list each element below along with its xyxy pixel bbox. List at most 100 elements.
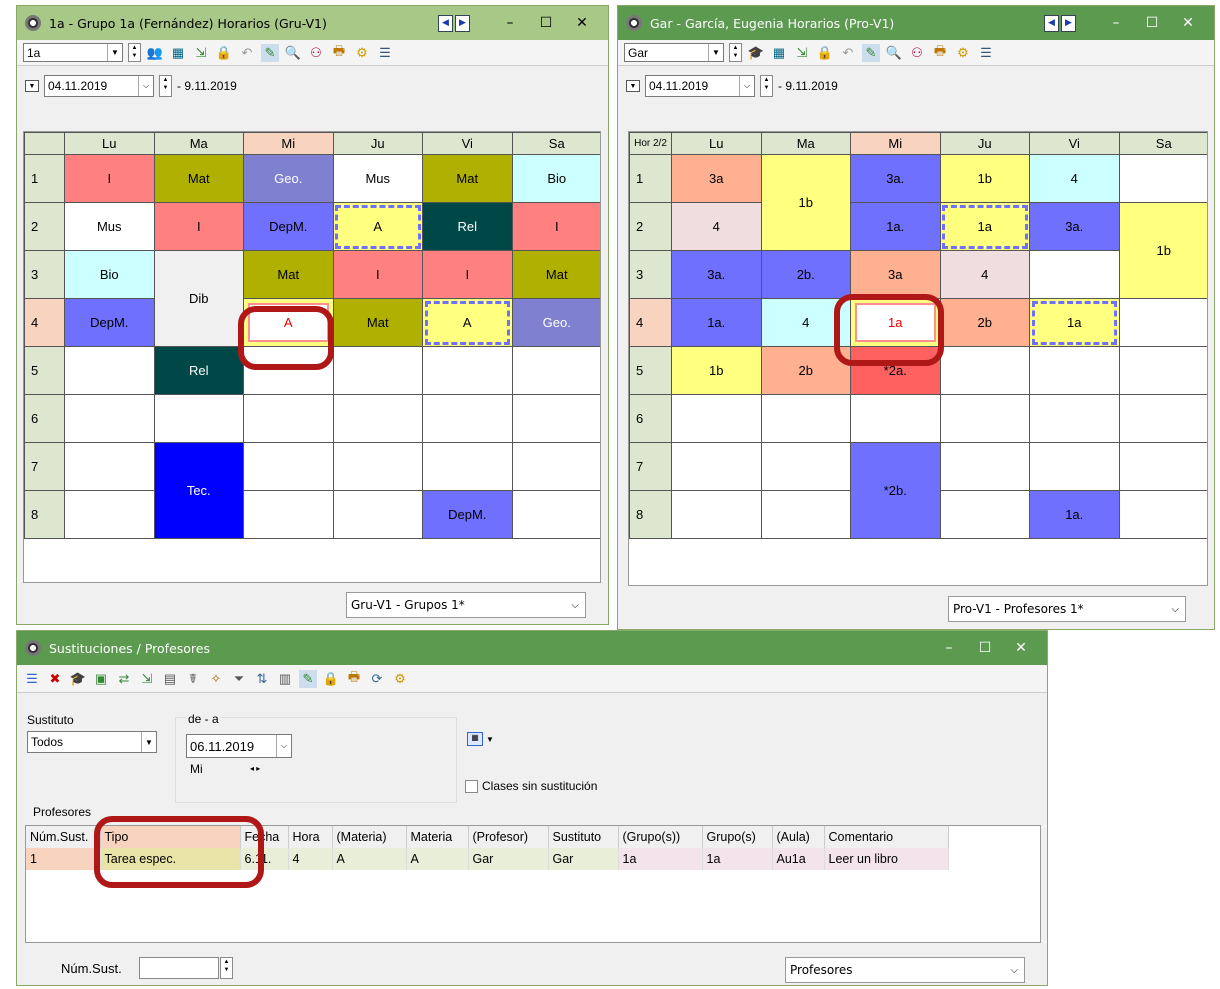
empty-cell[interactable] bbox=[511, 490, 600, 539]
calendar-button[interactable]: ▦ ▼ bbox=[467, 729, 503, 749]
lesson-cell[interactable]: 1a bbox=[1029, 298, 1120, 347]
settings-icon[interactable]: ⚙ bbox=[391, 670, 409, 688]
day-header[interactable]: Lu bbox=[64, 132, 155, 155]
maximize-button[interactable]: ☐ bbox=[967, 640, 1003, 656]
empty-cell[interactable] bbox=[153, 394, 244, 443]
grid-icon[interactable]: ▦ bbox=[770, 44, 788, 62]
minimize-button[interactable]: – bbox=[931, 640, 967, 656]
calculator-icon[interactable]: ▤ bbox=[161, 670, 179, 688]
col-header[interactable]: Comentario bbox=[824, 826, 949, 848]
chevron-down-icon[interactable]: ⌵ bbox=[276, 735, 291, 757]
empty-cell[interactable] bbox=[850, 394, 941, 443]
lesson-cell[interactable]: *2a. bbox=[850, 346, 941, 395]
graduation-cap-icon[interactable]: 🎓 bbox=[69, 670, 87, 688]
lesson-cell[interactable]: 4 bbox=[1029, 154, 1120, 203]
hour-pager[interactable]: Hor 2/2 bbox=[629, 132, 672, 155]
filter-icon[interactable]: ⏷ bbox=[230, 670, 248, 688]
lesson-cell[interactable]: 1a bbox=[939, 202, 1030, 251]
empty-cell[interactable] bbox=[64, 394, 155, 443]
teacher-view-selector[interactable]: Pro-V1 - Profesores 1* ⌵ bbox=[948, 596, 1186, 622]
lesson-cell[interactable]: 2b bbox=[939, 298, 1030, 347]
empty-cell[interactable] bbox=[332, 490, 423, 539]
subs-window-titlebar[interactable]: Sustituciones / Profesores – ☐ ✕ bbox=[17, 631, 1047, 665]
print-icon[interactable]: 🖶 bbox=[345, 669, 363, 688]
columns-icon[interactable]: ▥ bbox=[276, 670, 294, 688]
empty-cell[interactable] bbox=[939, 346, 1030, 395]
empty-cell[interactable] bbox=[64, 442, 155, 491]
spinner[interactable]: ▲ ▼ bbox=[729, 43, 742, 62]
edit-icon[interactable]: ✎ bbox=[261, 43, 279, 62]
date-nav-arrows[interactable]: ◂ ▸ bbox=[250, 764, 260, 773]
minimize-button[interactable]: – bbox=[492, 15, 528, 31]
settings-icon[interactable]: ⚙ bbox=[954, 44, 972, 62]
wand-icon[interactable]: ✧ bbox=[207, 670, 225, 688]
minimize-button[interactable]: – bbox=[1098, 15, 1134, 31]
cell[interactable]: 1a bbox=[618, 848, 703, 870]
day-header[interactable]: Ju bbox=[939, 132, 1030, 155]
empty-cell[interactable] bbox=[511, 442, 600, 491]
lesson-cell[interactable]: Mat bbox=[511, 250, 600, 299]
collapse-icon[interactable]: ▼ bbox=[25, 80, 39, 92]
empty-cell[interactable] bbox=[1118, 298, 1207, 347]
empty-cell[interactable] bbox=[671, 490, 762, 539]
lesson-cell[interactable]: Rel bbox=[422, 202, 513, 251]
lesson-cell[interactable]: Bio bbox=[511, 154, 600, 203]
lesson-cell[interactable]: I bbox=[511, 202, 600, 251]
chevron-down-icon[interactable]: ⌵ bbox=[1171, 604, 1179, 615]
unsubstituted-checkbox[interactable] bbox=[465, 780, 478, 794]
cell[interactable]: 1 bbox=[26, 848, 101, 870]
teacher-window-titlebar[interactable]: Gar - García, Eugenia Horarios (Pro-V1) … bbox=[618, 6, 1214, 40]
sustituto-select[interactable]: Todos ▼ bbox=[27, 731, 157, 753]
day-header[interactable]: Ma bbox=[760, 132, 851, 155]
lock-icon[interactable]: 🔒 bbox=[816, 44, 834, 62]
col-header[interactable]: (Aula) bbox=[772, 826, 825, 848]
close-button[interactable]: ✕ bbox=[1003, 640, 1039, 656]
lesson-cell[interactable]: 1b bbox=[671, 346, 762, 395]
undo-icon[interactable]: ↶ bbox=[839, 44, 857, 62]
empty-cell[interactable] bbox=[1118, 394, 1207, 443]
next-arrow-icon[interactable]: ▶ bbox=[1061, 14, 1076, 32]
lesson-cell[interactable]: I bbox=[153, 202, 244, 251]
menu-icon[interactable]: ☰ bbox=[977, 44, 995, 62]
export-icon[interactable]: ⇲ bbox=[192, 44, 210, 62]
lesson-cell[interactable]: Tec. bbox=[153, 442, 244, 539]
date-spinner[interactable]: ▲ ▼ bbox=[760, 75, 773, 97]
empty-cell[interactable] bbox=[939, 490, 1030, 539]
delete-icon[interactable]: ✖ bbox=[46, 670, 64, 688]
chevron-down-icon[interactable]: ⌵ bbox=[138, 76, 153, 96]
empty-cell[interactable] bbox=[1029, 442, 1120, 491]
lock-icon[interactable]: 🔒 bbox=[322, 670, 340, 688]
lesson-cell[interactable]: I bbox=[332, 250, 423, 299]
edit-icon[interactable]: ✎ bbox=[299, 669, 317, 688]
cell[interactable]: Gar bbox=[468, 848, 549, 870]
lesson-cell[interactable]: 3a. bbox=[850, 154, 941, 203]
users-icon[interactable]: ⚇ bbox=[908, 44, 926, 62]
col-header[interactable]: Grupo(s) bbox=[702, 826, 773, 848]
lesson-cell[interactable]: Mus bbox=[64, 202, 155, 251]
close-button[interactable]: ✕ bbox=[1170, 15, 1206, 31]
group-window-titlebar[interactable]: 1a - Grupo 1a (Fernández) Horarios (Gru-… bbox=[17, 6, 608, 40]
subs-view-selector[interactable]: Profesores ⌵ bbox=[785, 957, 1025, 983]
empty-cell[interactable] bbox=[64, 346, 155, 395]
menu-icon[interactable]: ☰ bbox=[376, 44, 394, 62]
col-header[interactable]: (Materia) bbox=[332, 826, 407, 848]
lesson-cell[interactable]: Mat bbox=[153, 154, 244, 203]
lesson-cell[interactable]: Geo. bbox=[511, 298, 600, 347]
group-nav-arrows[interactable]: ◀ ▶ bbox=[438, 14, 470, 32]
empty-cell[interactable] bbox=[243, 442, 334, 491]
graduation-cap-icon[interactable]: 🎓 bbox=[747, 44, 765, 62]
prev-arrow-icon[interactable]: ◀ bbox=[438, 14, 453, 32]
chevron-down-icon[interactable]: ⌵ bbox=[739, 76, 754, 96]
empty-cell[interactable] bbox=[671, 442, 762, 491]
empty-cell[interactable] bbox=[1029, 250, 1120, 299]
empty-cell[interactable] bbox=[1118, 490, 1207, 539]
day-header[interactable]: Mi bbox=[243, 132, 334, 155]
export-icon[interactable]: ⇲ bbox=[793, 44, 811, 62]
group-selector[interactable]: 1a ▼ bbox=[23, 43, 123, 62]
teacher-date-picker[interactable]: 04.11.2019 ⌵ bbox=[645, 75, 755, 97]
lesson-cell[interactable]: 4 bbox=[760, 298, 851, 347]
lesson-cell[interactable]: Mus bbox=[332, 154, 423, 203]
cell[interactable]: Au1a bbox=[772, 848, 825, 870]
day-header[interactable]: Sa bbox=[1118, 132, 1207, 155]
teacher-nav-arrows[interactable]: ◀ ▶ bbox=[1044, 14, 1076, 32]
